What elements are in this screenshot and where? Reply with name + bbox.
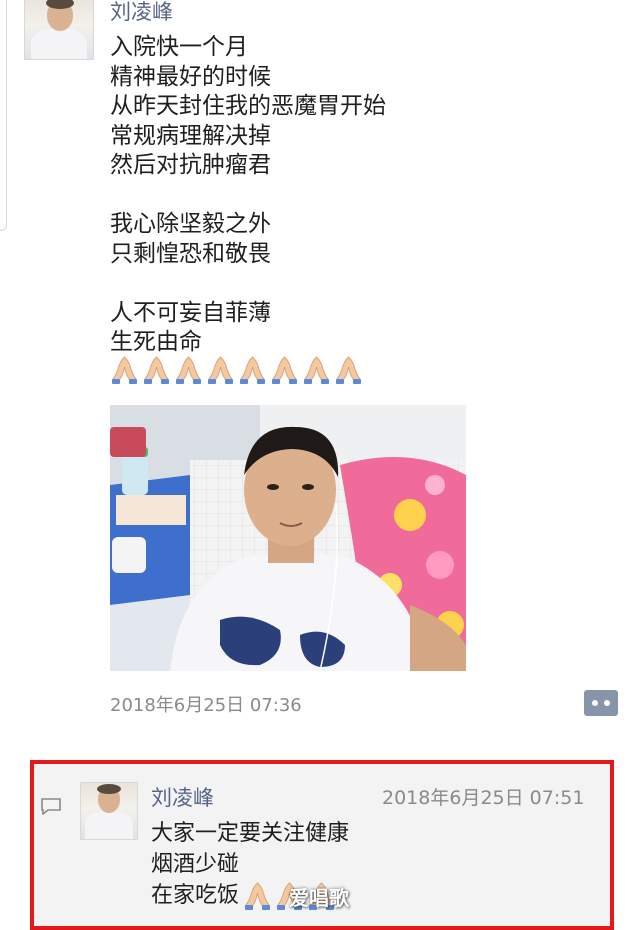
post-line: 常规病理解决掉 — [110, 122, 271, 149]
post-emoji-row — [110, 355, 363, 385]
post-timestamp: 2018年6月25日 07:36 — [110, 695, 302, 716]
comment-author-name[interactable]: 刘凌峰 — [151, 782, 214, 812]
comment-line-text: 在家吃饭 — [151, 883, 240, 908]
post-line — [110, 181, 386, 211]
comment-bubble-icon — [41, 798, 61, 815]
post-text: 入院快一个月 精神最好的时候 从昨天封住我的恶魔胃开始 常规病理解决掉 然后对抗… — [110, 33, 386, 358]
left-edge-divider — [0, 0, 7, 231]
watermark-text: 爱唱歌 — [289, 886, 349, 910]
comment-timestamp: 2018年6月25日 07:51 — [382, 787, 585, 809]
post-photo[interactable] — [110, 405, 466, 671]
comment-author-avatar[interactable] — [80, 782, 138, 840]
post-line: 生死由命 — [110, 329, 202, 355]
folded-hands-icon — [302, 355, 331, 385]
post-line: 然后对抗肿瘤君 — [110, 152, 271, 178]
post-line: 从昨天封住我的恶魔胃开始 — [110, 93, 386, 119]
folded-hands-icon — [270, 355, 299, 385]
folded-hands-icon — [238, 355, 267, 385]
folded-hands-icon — [142, 355, 171, 385]
folded-hands-icon — [174, 355, 203, 385]
post-line — [110, 269, 386, 299]
post-line: 精神最好的时候 — [110, 63, 271, 90]
post-line: 只剩惶恐和敬畏 — [110, 240, 271, 267]
comment-more-icon[interactable] — [584, 690, 618, 716]
folded-hands-icon — [206, 355, 235, 385]
post-line: 入院快一个月 — [110, 34, 248, 60]
comment-line: 大家一定要关注健康 — [151, 821, 350, 846]
post-line: 我心除坚毅之外 — [110, 211, 271, 237]
comment-line: 烟酒少碰 — [151, 852, 240, 877]
selfie-photo-illustration — [110, 405, 466, 671]
folded-hands-icon — [110, 355, 139, 385]
post-author-name[interactable]: 刘凌峰 — [110, 0, 173, 26]
folded-hands-icon — [334, 355, 363, 385]
post-line: 人不可妄自菲薄 — [110, 299, 271, 326]
post-author-avatar[interactable] — [24, 0, 94, 60]
folded-hands-icon — [243, 881, 272, 911]
